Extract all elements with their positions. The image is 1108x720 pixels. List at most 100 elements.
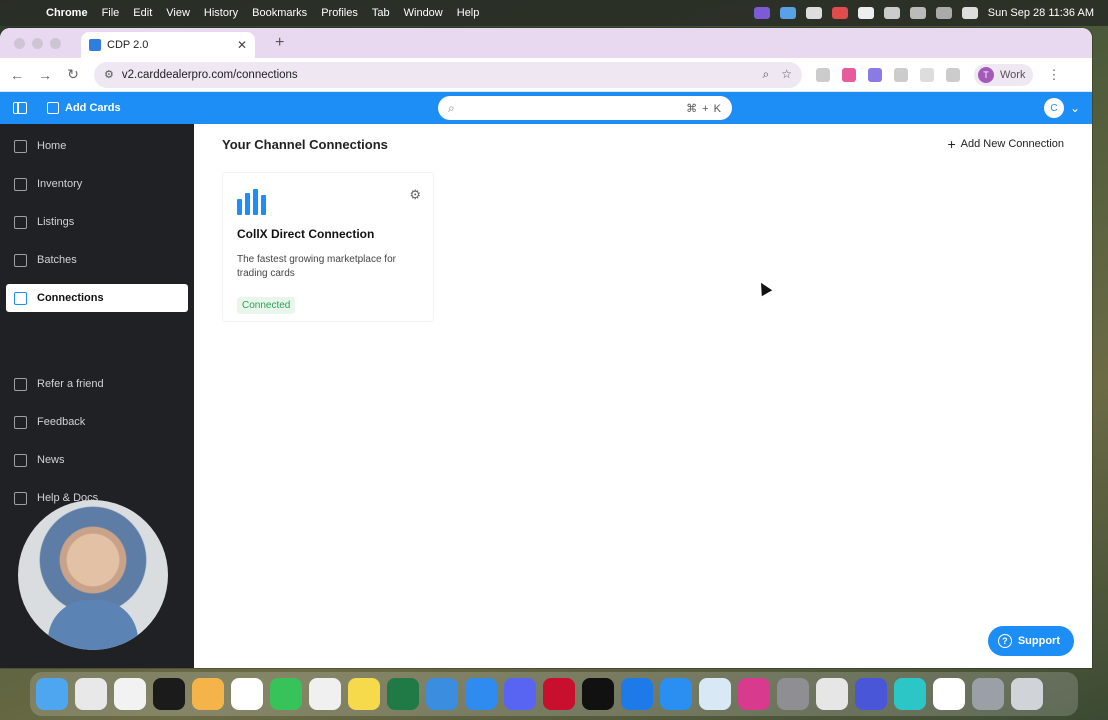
extension-icon[interactable]: [842, 67, 856, 82]
extension-icon[interactable]: [816, 67, 830, 82]
app-icon[interactable]: [855, 678, 887, 710]
user-menu[interactable]: C ⌄: [1043, 98, 1080, 118]
sidebar-item-inventory[interactable]: Inventory: [6, 170, 188, 198]
sidebar-item-home[interactable]: Home: [6, 132, 188, 160]
back-icon[interactable]: ←: [10, 67, 24, 83]
reload-icon[interactable]: ↻: [66, 66, 80, 83]
canva-icon[interactable]: [894, 678, 926, 710]
gift-icon: [14, 377, 27, 391]
excel-icon[interactable]: [387, 678, 419, 710]
clock[interactable]: Sun Sep 28 11:36 AM: [988, 7, 1094, 19]
slack-icon[interactable]: [114, 678, 146, 710]
menu-file[interactable]: File: [102, 7, 120, 19]
menubar-app-icon[interactable]: [831, 7, 848, 19]
add-connection-button[interactable]: + Add New Connection: [947, 136, 1064, 152]
sidebar-item-connections[interactable]: Connections: [6, 284, 188, 312]
menubar-app-icon[interactable]: [779, 7, 796, 19]
page-title: Your Channel Connections: [222, 136, 388, 152]
tab-cdp[interactable]: CDP 2.0 ✕: [81, 32, 255, 58]
feedback-icon: [14, 415, 27, 429]
download-icon[interactable]: [946, 67, 960, 82]
dock: [30, 672, 1078, 716]
trading-card-app-icon[interactable]: [699, 678, 731, 710]
menu-history[interactable]: History: [204, 7, 238, 19]
trash-icon[interactable]: [1011, 678, 1043, 710]
control-center-icon[interactable]: [961, 7, 978, 19]
support-button[interactable]: ? Support: [987, 626, 1074, 656]
bookmark-app-icon[interactable]: [621, 678, 653, 710]
tab-search-icon[interactable]: [920, 67, 934, 82]
address-bar-actions: ⌕ ☆: [763, 67, 793, 82]
menu-tab[interactable]: Tab: [372, 7, 390, 19]
menubar-app-icon[interactable]: [805, 7, 822, 19]
extension-icon[interactable]: [868, 67, 882, 82]
messages-icon[interactable]: [270, 678, 302, 710]
news-icon: [14, 453, 27, 467]
profile-button[interactable]: T Work: [974, 63, 1034, 86]
add-cards-button[interactable]: Add Cards: [47, 102, 121, 114]
extensions: [816, 67, 960, 82]
connection-name: CollX Direct Connection: [237, 227, 375, 241]
close-tab-icon[interactable]: ✕: [237, 38, 247, 52]
plus-icon: +: [947, 136, 956, 152]
puzzle-icon[interactable]: [894, 67, 908, 82]
new-tab-button[interactable]: +: [275, 34, 284, 52]
bookmark-star-icon[interactable]: ☆: [781, 67, 792, 82]
address-bar[interactable]: ⚙ v2.carddealerpro.com/connections ⌕ ☆: [94, 61, 802, 88]
menu-edit[interactable]: Edit: [133, 7, 152, 19]
browser-menu-icon[interactable]: ⋮: [1047, 67, 1060, 83]
downloads-stack-icon[interactable]: [972, 678, 1004, 710]
menu-profiles[interactable]: Profiles: [321, 7, 358, 19]
zoom-icon[interactable]: ⌕: [763, 67, 770, 82]
sidebar-item-label: Connections: [37, 292, 104, 304]
menu-window[interactable]: Window: [404, 7, 443, 19]
forward-icon[interactable]: →: [38, 67, 52, 83]
capcut-icon[interactable]: [582, 678, 614, 710]
discord-icon[interactable]: [504, 678, 536, 710]
grid-icon: [14, 291, 27, 305]
minimize-window-button[interactable]: [32, 37, 43, 49]
zoom-window-button[interactable]: [50, 37, 61, 49]
figma-icon[interactable]: [153, 678, 185, 710]
url-text[interactable]: v2.carddealerpro.com/connections: [122, 69, 298, 81]
search-icon[interactable]: [935, 7, 952, 19]
site-info-icon[interactable]: ⚙: [104, 68, 114, 81]
app-icon[interactable]: [816, 678, 848, 710]
finder-icon[interactable]: [36, 678, 68, 710]
menu-app-name[interactable]: Chrome: [46, 7, 88, 19]
wifi-icon[interactable]: [909, 7, 926, 19]
instagram-icon[interactable]: [738, 678, 770, 710]
gear-icon[interactable]: ⚙: [409, 187, 421, 203]
photos-icon[interactable]: [192, 678, 224, 710]
cloud-icon[interactable]: [857, 7, 874, 19]
collx-app-icon[interactable]: [933, 678, 965, 710]
cart-icon: [14, 215, 27, 229]
connection-card[interactable]: ⚙ CollX Direct Connection The fastest gr…: [222, 172, 434, 322]
sidebar-toggle-icon[interactable]: [13, 102, 27, 114]
search-input[interactable]: ⌕ ⌘ + K: [438, 96, 732, 120]
sidebar-item-listings[interactable]: Listings: [6, 208, 188, 236]
menu-view[interactable]: View: [166, 7, 190, 19]
battery-icon[interactable]: [883, 7, 900, 19]
reminders-icon[interactable]: [309, 678, 341, 710]
close-window-button[interactable]: [14, 37, 25, 49]
menu-help[interactable]: Help: [457, 7, 480, 19]
files-app-icon[interactable]: [660, 678, 692, 710]
sidebar-item-refer[interactable]: Refer a friend: [6, 370, 188, 398]
sidebar-item-news[interactable]: News: [6, 446, 188, 474]
sidebar-item-feedback[interactable]: Feedback: [6, 408, 188, 436]
pdf-app-icon[interactable]: [543, 678, 575, 710]
sidebar-item-label: News: [37, 454, 65, 466]
keynote-icon[interactable]: [426, 678, 458, 710]
system-settings-icon[interactable]: [777, 678, 809, 710]
chrome-icon[interactable]: [75, 678, 107, 710]
app-header: Add Cards ⌕ ⌘ + K C ⌄: [0, 92, 1092, 124]
menu-bookmarks[interactable]: Bookmarks: [252, 7, 307, 19]
profile-avatar: T: [978, 66, 994, 83]
screen-record-icon[interactable]: [753, 7, 770, 19]
notes-icon[interactable]: [348, 678, 380, 710]
sidebar-item-batches[interactable]: Batches: [6, 246, 188, 274]
calendar-icon[interactable]: [231, 678, 263, 710]
app-store-icon[interactable]: [465, 678, 497, 710]
search-icon: ⌕: [448, 100, 455, 115]
